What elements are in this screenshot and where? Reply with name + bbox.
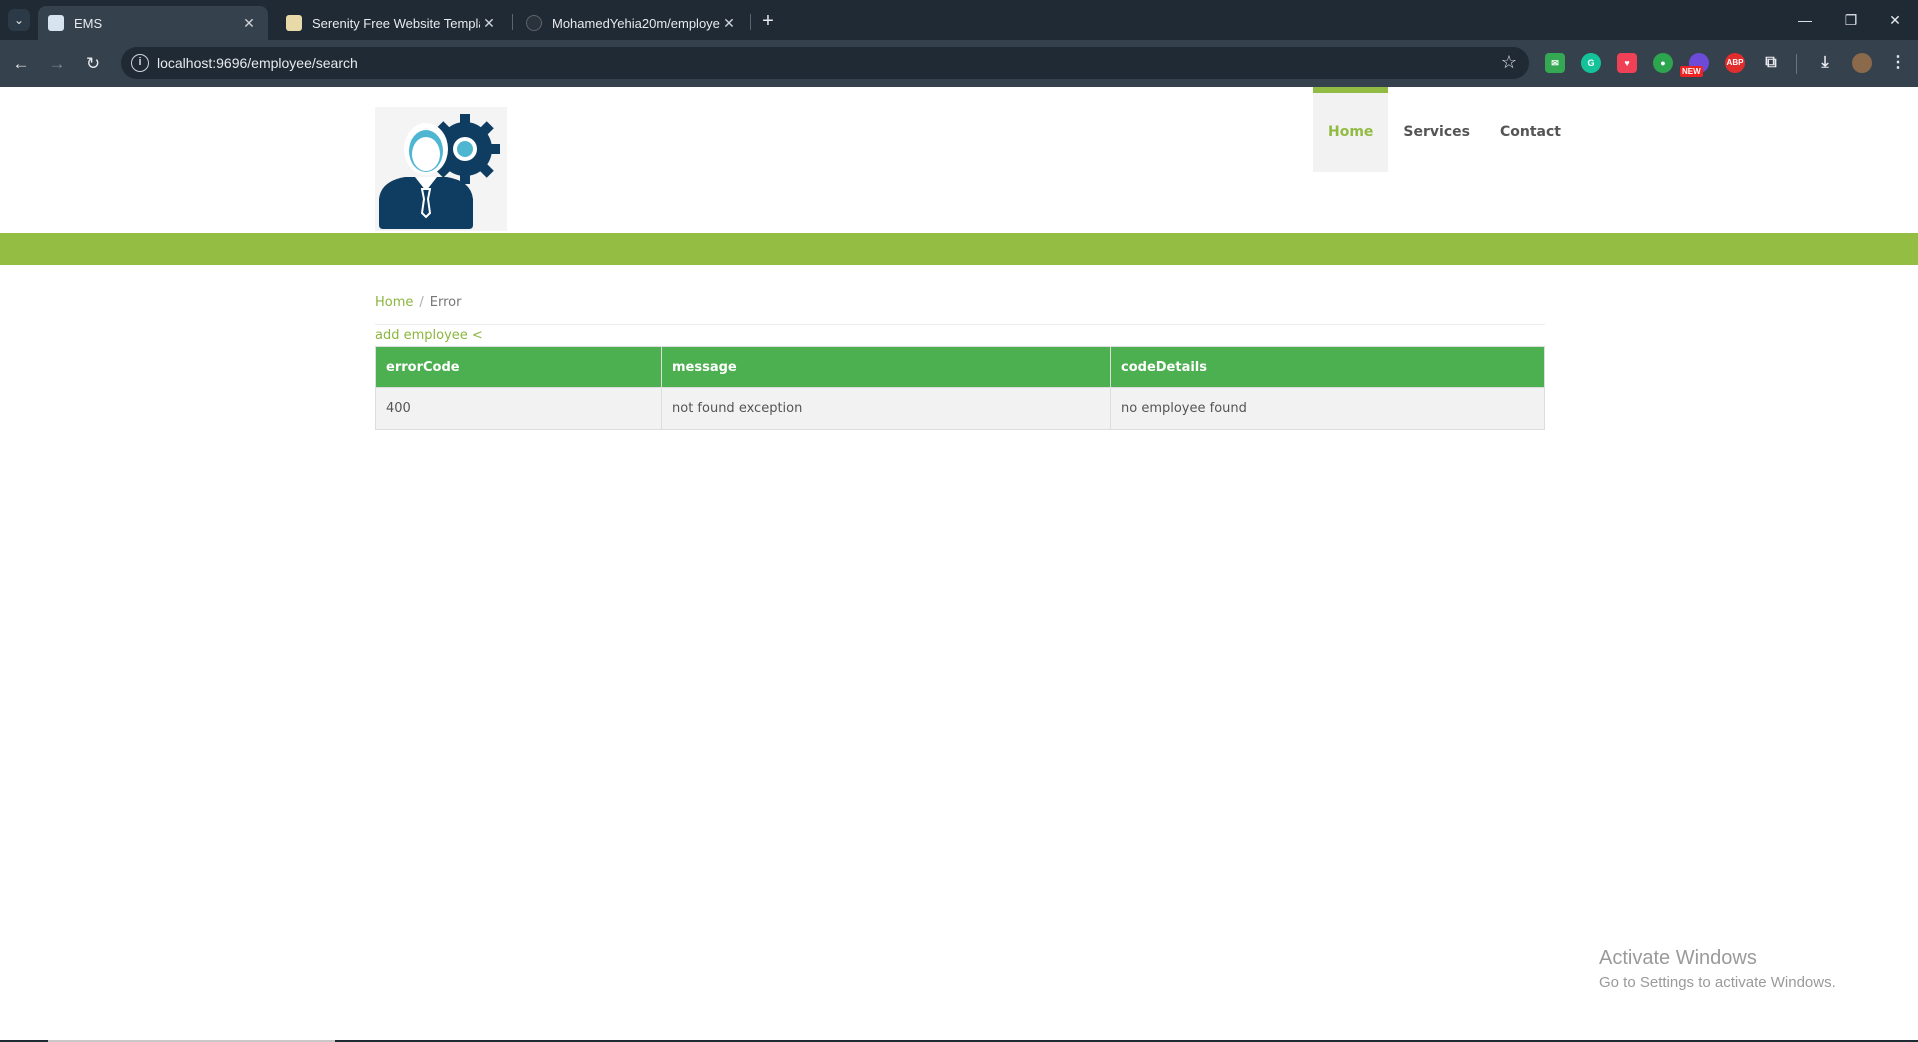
tab-title: EMS (74, 15, 103, 31)
toolbar-divider (1796, 54, 1797, 74)
restore-button[interactable]: ❐ (1828, 0, 1874, 40)
extensions-puzzle-icon[interactable]: ⧉ (1761, 53, 1781, 73)
bookmark-star-icon[interactable]: ☆ (1501, 52, 1517, 73)
mail-extension-icon[interactable]: ✉ (1545, 53, 1565, 73)
address-url[interactable]: localhost:9696/employee/search (157, 55, 358, 71)
tab-github[interactable]: MohamedYehia20m/employeeS ✕ (516, 6, 748, 40)
tab-close-icon[interactable]: ✕ (240, 14, 258, 32)
download-icon[interactable]: ⤓ (1815, 53, 1835, 73)
breadcrumb-home-link[interactable]: Home (375, 295, 413, 310)
forward-button[interactable]: → (44, 51, 70, 77)
back-button[interactable]: ← (8, 51, 34, 77)
message-cell: not found exception (661, 387, 1111, 430)
page-content: Home Services Contact Home / Error add emp… (0, 87, 1918, 1042)
employee-gear-logo-icon (379, 114, 500, 229)
tab-divider (750, 14, 751, 30)
breadcrumb-separator: / (419, 295, 424, 310)
error-code-cell: 400 (375, 387, 662, 430)
site-info-icon[interactable]: i (131, 54, 149, 72)
breadcrumb: Home / Error (375, 295, 1545, 325)
tab-serenity[interactable]: Serenity Free Website Template ✕ (276, 6, 508, 40)
green-extension-icon[interactable]: ● (1653, 53, 1673, 73)
column-header-message: message (661, 346, 1111, 388)
code-details-cell: no employee found (1110, 387, 1545, 430)
nav-item-home[interactable]: Home (1313, 87, 1389, 172)
column-header-codedetails: codeDetails (1110, 346, 1545, 388)
tab-ems[interactable]: EMS ✕ (38, 6, 268, 40)
minimize-button[interactable]: — (1782, 0, 1828, 40)
new-tab-button[interactable]: + (756, 9, 780, 33)
close-window-button[interactable]: ✕ (1872, 0, 1918, 40)
nav-item-contact[interactable]: Contact (1485, 87, 1576, 172)
pocket-icon[interactable]: ♥ (1617, 53, 1637, 73)
breadcrumb-current: Error (429, 295, 462, 310)
table-header-row: errorCode message codeDetails (375, 346, 1545, 388)
tab-close-icon[interactable]: ✕ (480, 14, 498, 32)
table-row: 400 not found exception no employee foun… (375, 387, 1545, 430)
serenity-favicon-icon (286, 15, 302, 31)
column-header-errorcode: errorCode (375, 346, 662, 388)
watermark-subtitle: Go to Settings to activate Windows. (1599, 974, 1836, 991)
reload-button[interactable]: ↻ (80, 51, 106, 77)
tab-divider (512, 14, 513, 30)
nav-item-services[interactable]: Services (1388, 87, 1485, 172)
browser-tab-strip: ⌄ EMS ✕ Serenity Free Website Template ✕… (0, 0, 1918, 40)
tab-close-icon[interactable]: ✕ (720, 14, 738, 32)
tab-title: MohamedYehia20m/employeeS (552, 15, 720, 31)
address-bar[interactable]: i localhost:9696/employee/search ☆ (121, 47, 1529, 79)
activate-windows-watermark: Activate Windows Go to Settings to activ… (1599, 947, 1836, 991)
header-accent-band (0, 233, 1918, 265)
profile-avatar[interactable] (1852, 53, 1872, 73)
grammarly-icon[interactable]: G (1581, 53, 1601, 73)
add-employee-link[interactable]: add employee < (375, 328, 483, 343)
watermark-title: Activate Windows (1599, 947, 1757, 969)
new-badge: NEW (1680, 66, 1703, 77)
github-favicon-icon (526, 15, 542, 31)
error-table: errorCode message codeDetails 400 not fo… (375, 346, 1545, 430)
tab-title: Serenity Free Website Template (312, 15, 480, 31)
main-nav: Home Services Contact (1313, 87, 1576, 172)
browser-toolbar: ← → ↻ i localhost:9696/employee/search ☆… (0, 40, 1918, 87)
ems-favicon-icon (48, 15, 64, 31)
adblock-plus-icon[interactable]: ABP (1725, 53, 1745, 73)
browser-menu-icon[interactable]: ⋮ (1888, 53, 1908, 73)
tab-search-button[interactable]: ⌄ (8, 9, 30, 31)
logo[interactable] (375, 107, 507, 231)
